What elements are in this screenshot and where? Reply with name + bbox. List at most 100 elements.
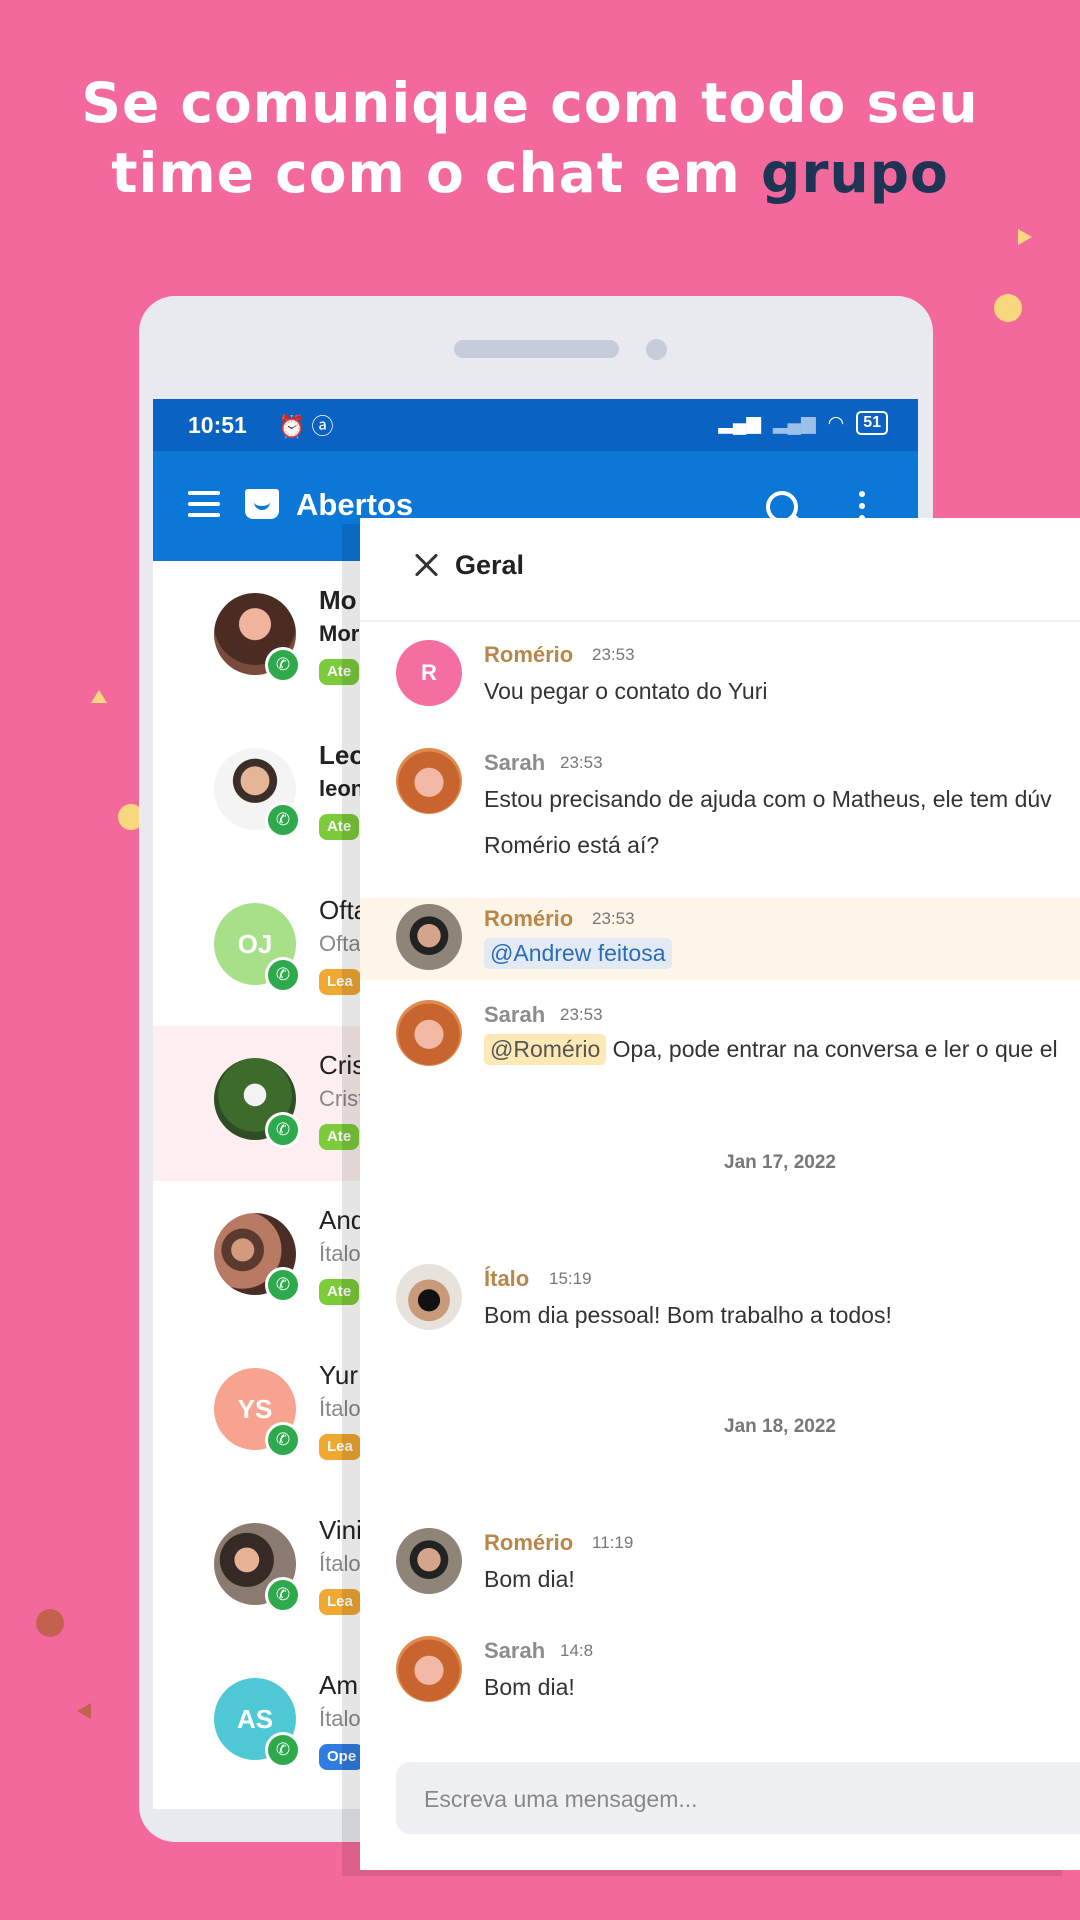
message-text: Romério está aí? [484,832,660,858]
message-text-body: Opa, pode entrar na conversa e ler o que… [612,1036,1058,1062]
chat-message: R Romério 23:53 Vou pegar o contato do Y… [360,620,1080,728]
inbox-icon [245,489,279,519]
status-badge: Ate [319,659,360,685]
message-text: @Andrew feitosa [484,938,672,969]
conversation-subtitle: leon [319,776,365,801]
status-badge: Lea [319,969,361,995]
message-time: 11:19 [592,1533,634,1552]
chat-title: Geral [455,550,525,580]
message-time: 23:53 [592,645,635,664]
signal-icon: ▂▄▆ [718,412,761,434]
headline-line-2: time com o chat em grupo [0,138,1060,208]
battery-icon: 51 [856,411,888,435]
menu-icon[interactable] [188,491,220,517]
message-input[interactable] [422,1780,1026,1818]
message-text: Estou precisando de ajuda com o Matheus,… [484,786,1052,812]
status-badge: Ate [319,814,360,840]
whatsapp-icon: ✆ [265,1577,301,1613]
group-chat-panel: Geral R Romério 23:53 Vou pegar o contat… [360,518,1080,1870]
status-left-icons: ⏰ ⓐ [278,409,334,441]
message-text: Bom dia pessoal! Bom trabalho a todos! [484,1302,892,1328]
wifi-icon: ◠ [827,412,845,434]
status-badge: Ate [319,1279,360,1305]
status-right-icons: ▂▄▆ ▂▄▆ ◠ 51 [718,411,888,435]
mention-tag[interactable]: @Andrew feitosa [484,938,672,969]
mention-tag[interactable]: @Romério [484,1034,607,1065]
phone-speaker [454,340,619,358]
message-time: 23:53 [560,1005,603,1024]
message-time: 14:8 [560,1641,594,1660]
confetti-dot [994,294,1022,322]
avatar: R [396,640,462,706]
conversation-subtitle: Ítalo [319,1551,361,1576]
conversation-name: Vini [319,1515,362,1545]
message-author: Sarah [484,750,546,775]
date-separator: Jan 18, 2022 [724,1416,836,1437]
headline-line-2-prefix: time com o chat em [111,141,761,205]
message-text: Vou pegar o contato do Yuri [484,678,768,704]
conversation-subtitle: Ítalo [319,1396,361,1421]
app-icon: ⓐ [311,414,334,439]
message-time: 15:19 [549,1269,592,1288]
chat-message: Sarah 23:53 Estou precisando de ajuda co… [360,728,1080,896]
chat-header: Geral [360,518,1080,622]
avatar [396,1636,462,1702]
close-icon[interactable] [412,550,442,580]
conversation-name: Cris [319,1050,366,1080]
chat-message: Sarah 23:53 @Romério Opa, pode entrar na… [360,980,1080,1088]
chat-message: Ítalo 15:19 Bom dia pessoal! Bom trabalh… [360,1244,1080,1352]
chat-message: Sarah 14:8 Bom dia! [360,1616,1080,1724]
chat-message: Romério 11:19 Bom dia! [360,1508,1080,1616]
headline-line-1: Se comunique com todo seu [81,71,979,135]
chat-message: Romério 23:53 @Andrew feitosa [360,898,1080,980]
alarm-icon: ⏰ [278,414,306,439]
message-author: Romério [484,1530,574,1555]
status-badge: Ope [319,1744,365,1770]
whatsapp-icon: ✆ [265,802,301,838]
whatsapp-icon: ✆ [265,957,301,993]
message-time: 23:53 [560,753,603,772]
conversation-subtitle: Crist [319,1086,365,1111]
confetti-triangle [91,690,107,703]
message-author: Romério [484,906,574,931]
message-author: Romério [484,642,574,667]
avatar [396,748,462,814]
conversation-subtitle: Mor [319,621,360,646]
whatsapp-icon: ✆ [265,647,301,683]
message-author: Sarah [484,1638,546,1663]
avatar [396,1000,462,1066]
status-bar: 10:51 ⏰ ⓐ ▂▄▆ ▂▄▆ ◠ 51 [153,399,918,451]
avatar [396,904,462,970]
conversation-name: Leo [319,740,366,770]
message-text: Bom dia! [484,1674,575,1700]
confetti-triangle [1018,229,1032,245]
avatar [396,1528,462,1594]
whatsapp-icon: ✆ [265,1422,301,1458]
status-badge: Lea [319,1589,361,1615]
message-author: Sarah [484,1002,546,1027]
conversation-name: Am [319,1670,358,1700]
message-text: Bom dia! [484,1566,575,1592]
message-author: Ítalo [484,1266,530,1291]
message-text: @Romério Opa, pode entrar na conversa e … [484,1034,1058,1065]
conversation-subtitle: Ítalo [319,1241,361,1266]
status-time: 10:51 [188,412,247,438]
status-badge: Ate [319,1124,360,1150]
conversation-name: Yur [319,1360,359,1390]
conversation-name: Mo [319,585,357,615]
date-separator: Jan 17, 2022 [724,1152,836,1173]
confetti-triangle [77,1703,91,1719]
status-badge: Lea [319,1434,361,1460]
whatsapp-icon: ✆ [265,1267,301,1303]
conversation-subtitle: Ítalo [319,1706,361,1731]
conversation-name: And [319,1205,366,1235]
headline: Se comunique com todo seu time com o cha… [0,68,1060,208]
message-time: 23:53 [592,909,635,928]
signal-icon: ▂▄▆ [772,412,816,434]
conversation-subtitle: Ofta [319,931,361,956]
confetti-dot [36,1609,64,1637]
whatsapp-icon: ✆ [265,1732,301,1768]
phone-camera [646,339,667,360]
whatsapp-icon: ✆ [265,1112,301,1148]
message-composer [396,1762,1080,1834]
